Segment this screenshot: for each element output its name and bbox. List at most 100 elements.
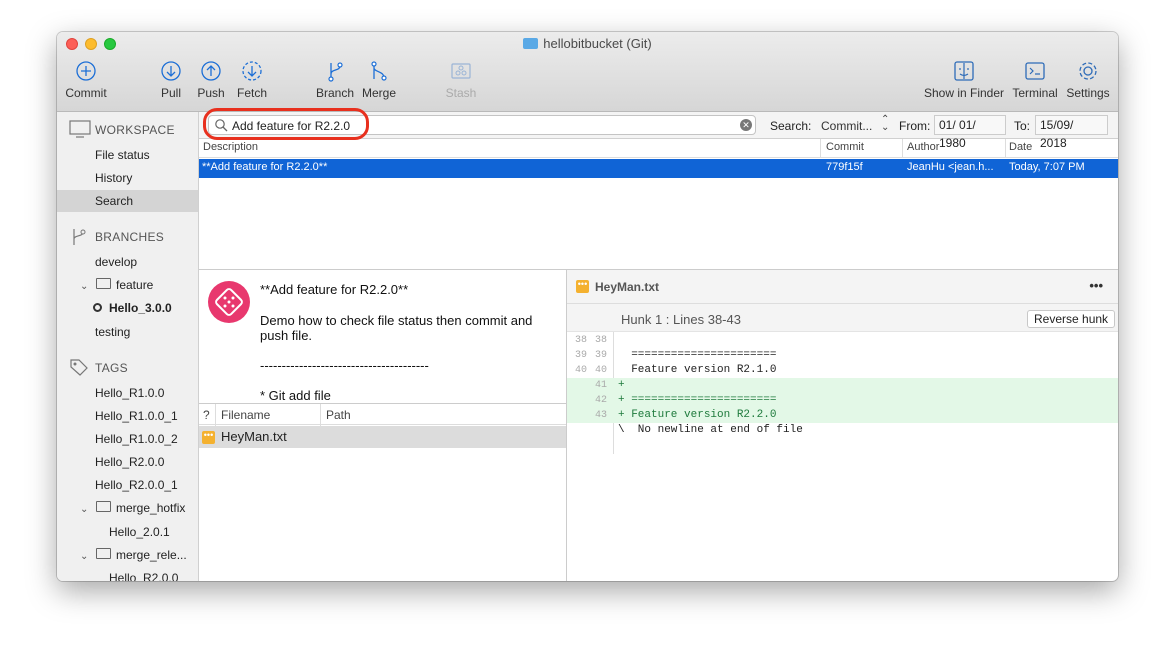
commit-message-line: push file.: [260, 328, 313, 343]
sidebar-item-merge-hotfix[interactable]: merge_hotfix: [57, 497, 198, 519]
terminal-label: Terminal: [1012, 86, 1058, 100]
fetch-button[interactable]: Fetch: [235, 60, 269, 100]
settings-button[interactable]: Settings: [1065, 60, 1111, 100]
stash-button[interactable]: Stash: [443, 60, 479, 100]
diff-line-text: + Feature version R2.2.0: [618, 409, 777, 421]
branch-label: Branch: [315, 86, 355, 100]
hunk-header: Hunk 1 : Lines 38-43 Reverse hunk: [567, 304, 1118, 332]
diff-line-text: Feature version R2.1.0: [618, 364, 777, 376]
reverse-hunk-button[interactable]: Reverse hunk: [1027, 310, 1116, 328]
diff-line: 39 39 ======================: [567, 348, 1118, 363]
file-row[interactable]: ••• HeyMan.txt: [199, 426, 566, 448]
tag-icon: [70, 359, 88, 376]
push-button[interactable]: Push: [197, 60, 225, 100]
new-line-number: 39: [594, 350, 607, 361]
sidebar-item-history[interactable]: History: [57, 167, 198, 189]
terminal-button[interactable]: Terminal: [1011, 60, 1059, 100]
sidebar-item-tag[interactable]: Hello_2.0.1: [57, 521, 198, 543]
new-line-number: 42: [594, 395, 607, 406]
to-label: To:: [1014, 119, 1031, 133]
sidebar-item-feature[interactable]: feature: [57, 274, 198, 296]
diff-line: 43 + Feature version R2.2.0: [567, 408, 1118, 423]
select-stepper-icon[interactable]: ⌃ ⌄: [881, 115, 889, 133]
sidebar-item-tag[interactable]: Hello_R2.0.0: [57, 567, 198, 581]
from-date-field[interactable]: 01/ 01/ 1980: [934, 115, 1006, 150]
pull-icon: [161, 61, 181, 81]
commit-message-separator: ---------------------------------------: [260, 358, 429, 373]
window-title: hellobitbucket (Git): [57, 36, 1118, 51]
diff-line-text: \ No newline at end of file: [618, 424, 803, 436]
new-line-number: 38: [594, 335, 607, 346]
column-date[interactable]: Date: [1009, 141, 1032, 153]
terminal-icon: [1025, 62, 1045, 80]
monitor-icon: [69, 120, 91, 138]
column-path[interactable]: Path: [326, 408, 351, 422]
old-line-number: 39: [574, 350, 587, 361]
diff-line: 38 38: [567, 333, 1118, 348]
sidebar-item-search[interactable]: Search: [57, 190, 198, 212]
old-line-number: 38: [574, 335, 587, 346]
sidebar-item-tag[interactable]: Hello_R1.0.0: [57, 382, 198, 404]
folder-icon: [523, 38, 539, 49]
sidebar-item-tag[interactable]: Hello_R2.0.0: [57, 451, 198, 473]
gear-icon: [1079, 62, 1097, 80]
sidebar-item-tag[interactable]: Hello_R1.0.0_2: [57, 428, 198, 450]
finder-icon: [954, 61, 974, 81]
diff-line-text: +: [618, 379, 625, 391]
column-author[interactable]: Author: [907, 141, 939, 153]
merge-label: Merge: [361, 86, 396, 100]
more-options-icon[interactable]: •••: [1089, 278, 1103, 293]
result-author: JeanHu <jean.h...: [907, 161, 994, 173]
commit-label: Commit: [65, 86, 107, 100]
hunk-title: Hunk 1 : Lines 38-43: [621, 312, 741, 327]
result-description: **Add feature for R2.2.0**: [202, 161, 328, 173]
stash-label: Stash: [445, 86, 477, 100]
sidebar-item-hello-3[interactable]: Hello_3.0.0: [57, 297, 198, 319]
fetch-label: Fetch: [236, 86, 267, 100]
commit-message-line: Demo how to check file status then commi…: [260, 313, 533, 328]
modified-file-icon: •••: [202, 431, 215, 444]
commit-message-title: **Add feature for R2.2.0**: [260, 282, 409, 297]
modified-file-icon: •••: [576, 280, 589, 293]
avatar-icon: [215, 288, 243, 316]
to-date-field[interactable]: 15/09/ 2018: [1035, 115, 1108, 150]
show-in-finder-label: Show in Finder: [923, 86, 1005, 100]
push-label: Push: [197, 86, 225, 100]
diff-line: \ No newline at end of file: [567, 423, 1118, 438]
workspace-label: WORKSPACE: [95, 123, 175, 137]
new-line-number: 43: [594, 410, 607, 421]
branch-button[interactable]: Branch: [315, 60, 355, 100]
column-description[interactable]: Description: [203, 141, 258, 153]
table-row[interactable]: **Add feature for R2.2.0** 779f15f JeanH…: [199, 159, 1118, 178]
commit-icon: [76, 61, 96, 81]
column-commit[interactable]: Commit: [826, 141, 864, 153]
commit-button[interactable]: Commit: [65, 60, 107, 100]
sidebar-item-develop[interactable]: develop: [57, 251, 198, 273]
search-highlight-annotation: [203, 108, 369, 140]
show-in-finder-button[interactable]: Show in Finder: [923, 60, 1005, 100]
old-line-number: 40: [574, 365, 587, 376]
search-type-select[interactable]: Commit...: [821, 119, 872, 133]
settings-label: Settings: [1066, 86, 1110, 100]
search-type-label: Search:: [770, 119, 812, 133]
sidebar-item-testing[interactable]: testing: [57, 321, 198, 343]
window-title-text: hellobitbucket (Git): [543, 36, 652, 51]
sidebar-item-tag[interactable]: Hello_R2.0.0_1: [57, 474, 198, 496]
fetch-icon: [242, 61, 262, 81]
pull-button[interactable]: Pull: [157, 60, 185, 100]
from-label: From:: [899, 119, 931, 133]
column-filename[interactable]: Filename: [221, 408, 270, 422]
push-icon: [201, 61, 221, 81]
files-header: ? Filename Path: [199, 403, 566, 426]
column-status[interactable]: ?: [203, 408, 210, 422]
clear-search-icon[interactable]: ✕: [740, 119, 752, 131]
branches-label: BRANCHES: [95, 230, 165, 244]
merge-button[interactable]: Merge: [360, 60, 398, 100]
diff-header: ••• HeyMan.txt •••: [567, 270, 1118, 304]
pull-label: Pull: [160, 86, 181, 100]
results-header: Description Commit Author Date: [199, 139, 1118, 158]
sidebar-item-merge-release[interactable]: merge_rele...: [57, 544, 198, 566]
sidebar-item-file-status[interactable]: File status: [57, 144, 198, 166]
branch-icon: [73, 229, 86, 245]
sidebar-item-tag[interactable]: Hello_R1.0.0_1: [57, 405, 198, 427]
